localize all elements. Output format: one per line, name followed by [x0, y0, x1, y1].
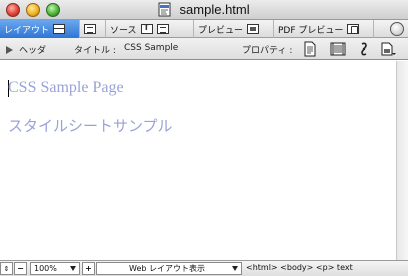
document-menu-icon[interactable] [380, 41, 396, 57]
layout-view-icon [53, 24, 66, 34]
html-document-icon [158, 2, 171, 17]
split-view-icon [84, 24, 96, 34]
head-label: ヘッダ [19, 46, 47, 56]
source-list-icon [156, 24, 169, 34]
tab-source[interactable]: ソース [106, 20, 194, 38]
tab-layout[interactable]: レイアウト [0, 20, 80, 38]
document-subheading[interactable]: スタイルシートサンプル [8, 115, 173, 136]
status-bar: ⇕ − 100% + Web レイアウト表示 <html> <body> <p>… [0, 260, 408, 276]
scroll-stepper-button[interactable]: ⇕ [0, 262, 13, 275]
pdf-icon [347, 24, 360, 34]
document-heading[interactable]: CSS Sample Page [8, 79, 124, 97]
tab-layout-label: レイアウト [4, 25, 50, 36]
tab-pdf-preview[interactable]: PDF プレビュー [274, 20, 374, 38]
disclosure-triangle-icon [6, 46, 13, 54]
zoom-value: 100% [34, 264, 57, 273]
view-mode-select[interactable]: Web レイアウト表示 [96, 262, 242, 275]
view-mode-value: Web レイアウト表示 [129, 264, 205, 273]
zoom-in-button[interactable]: + [82, 262, 95, 275]
title-value[interactable]: CSS Sample [124, 43, 178, 53]
film-media-icon[interactable] [330, 41, 346, 57]
chevron-down-icon [232, 266, 238, 271]
preview-image-icon [247, 24, 260, 34]
page-properties-icon[interactable] [302, 41, 318, 57]
plus-icon: + [85, 264, 92, 273]
zoom-select[interactable]: 100% [30, 262, 80, 275]
chevron-down-icon [70, 266, 76, 271]
tag-path-breadcrumb[interactable]: <html> <body> <p> text [246, 263, 353, 272]
tab-preview-label: プレビュー [198, 25, 244, 36]
minus-icon: − [17, 264, 24, 273]
vertical-scrollbar[interactable] [396, 61, 408, 260]
window-titlebar: sample.html [0, 0, 408, 20]
source-text-icon [140, 23, 153, 34]
head-disclosure[interactable]: ヘッダ [6, 43, 46, 56]
tab-source-label: ソース [110, 25, 137, 36]
tab-preview[interactable]: プレビュー [194, 20, 274, 38]
document-info-bar: ヘッダ タイトル : CSS Sample プロパティ : [0, 38, 408, 60]
link-chain-icon[interactable] [356, 41, 372, 57]
toolbar-toggle-button[interactable] [390, 22, 404, 36]
split-view-button[interactable] [80, 20, 106, 38]
properties-label: プロパティ : [242, 46, 293, 56]
tab-pdf-preview-label: PDF プレビュー [278, 25, 344, 36]
up-down-arrows-icon: ⇕ [3, 264, 10, 273]
zoom-out-button[interactable]: − [14, 262, 27, 275]
window-title: sample.html [179, 2, 250, 17]
view-mode-toolbar: レイアウト ソース プレビュー PDF プレビュー [0, 20, 408, 38]
title-label: タイトル : [74, 46, 116, 56]
